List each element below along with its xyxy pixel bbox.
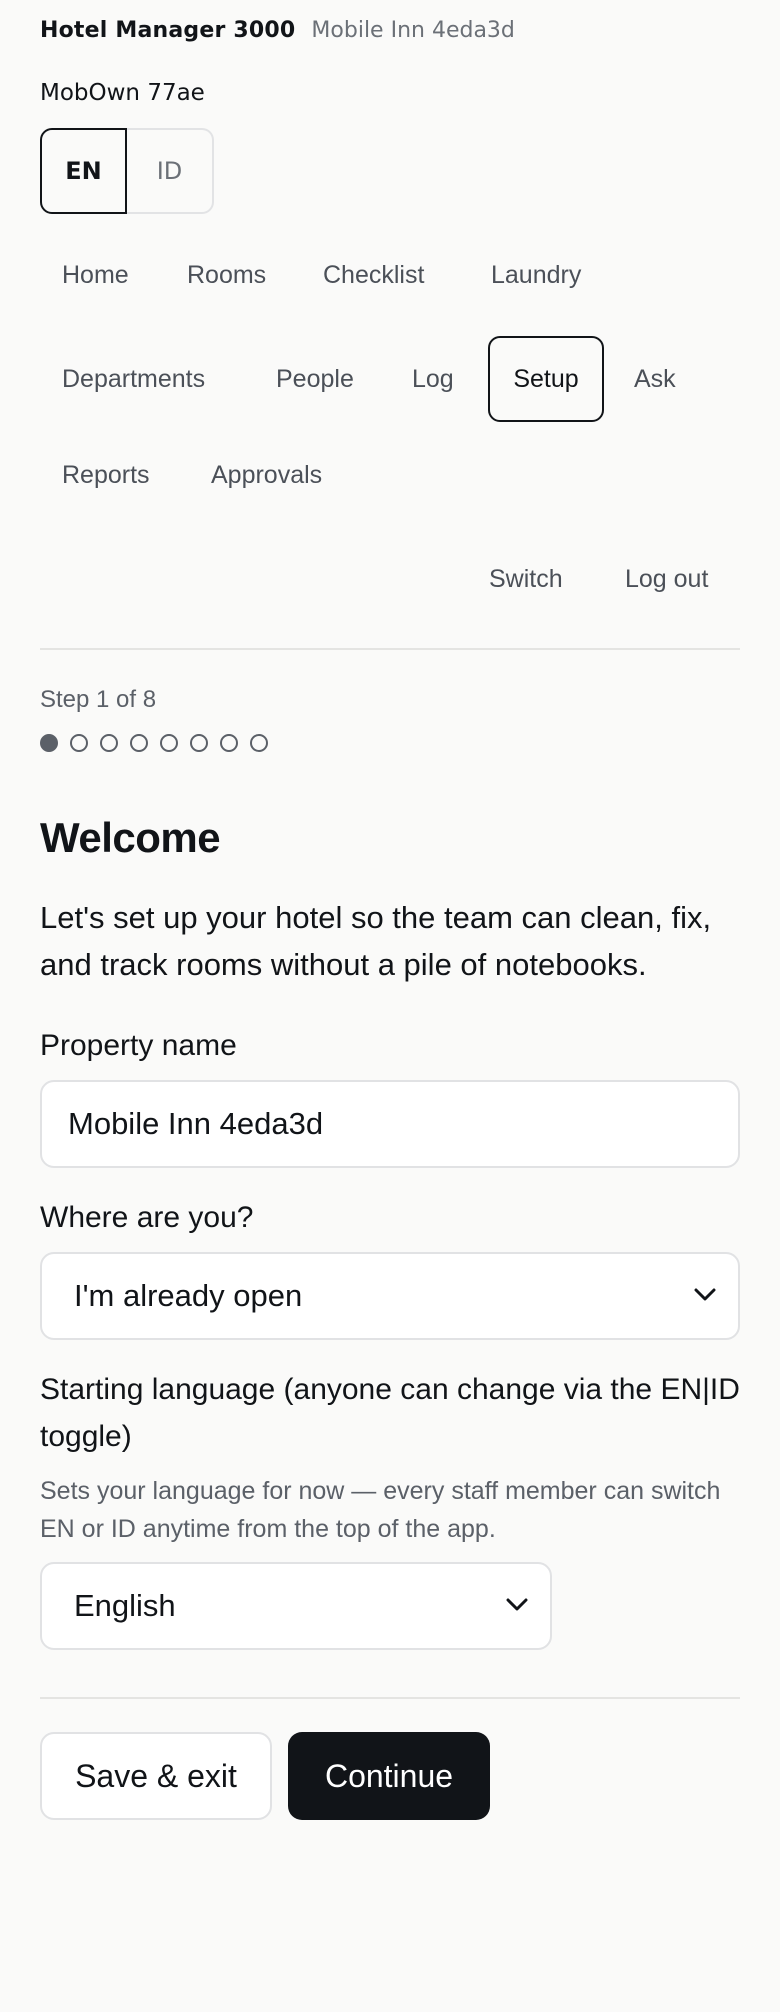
step-dot-7	[220, 734, 238, 752]
header: Hotel Manager 3000 Mobile Inn 4eda3d	[40, 18, 515, 43]
step-dot-4	[130, 734, 148, 752]
lang-en-button[interactable]: EN	[40, 128, 127, 214]
step-intro: Let's set up your hotel so the team can …	[40, 900, 712, 982]
language-select[interactable]: English	[40, 1562, 552, 1650]
step-dot-3	[100, 734, 118, 752]
switch-button[interactable]: Switch	[489, 536, 563, 622]
logout-button[interactable]: Log out	[625, 536, 708, 622]
step-dot-6	[190, 734, 208, 752]
nav-rooms[interactable]: Rooms	[187, 232, 266, 318]
step-dot-2	[70, 734, 88, 752]
current-property: Mobile Inn 4eda3d	[311, 18, 515, 43]
chevron-down-icon	[694, 1288, 716, 1301]
footer-divider	[40, 1697, 740, 1699]
status-selected-value: I'm already open	[74, 1278, 303, 1313]
property-name-value: Mobile Inn 4eda3d	[68, 1106, 324, 1141]
step-progress-dots	[40, 734, 268, 752]
language-help-text: Sets your language for now — every staff…	[40, 1477, 721, 1543]
app-title: Hotel Manager 3000	[40, 18, 296, 43]
property-name-input[interactable]: Mobile Inn 4eda3d	[40, 1080, 740, 1168]
nav-setup[interactable]: Setup	[488, 336, 604, 422]
lang-id-button[interactable]: ID	[127, 128, 214, 214]
nav-checklist[interactable]: Checklist	[323, 232, 424, 318]
step-title: Welcome	[40, 814, 221, 861]
header-divider	[40, 648, 740, 650]
nav-ask[interactable]: Ask	[634, 336, 676, 422]
continue-button[interactable]: Continue	[288, 1732, 490, 1820]
language-label: Starting language (anyone can change via…	[40, 1373, 740, 1453]
nav-laundry[interactable]: Laundry	[491, 232, 581, 318]
nav-departments[interactable]: Departments	[62, 336, 205, 422]
owner-name: MobOwn 77ae	[40, 80, 205, 106]
status-select[interactable]: I'm already open	[40, 1252, 740, 1340]
language-toggle: EN ID	[40, 128, 214, 214]
nav-log[interactable]: Log	[412, 336, 454, 422]
step-dot-8	[250, 734, 268, 752]
status-label: Where are you?	[40, 1201, 254, 1234]
property-name-label: Property name	[40, 1029, 237, 1062]
language-selected-value: English	[74, 1588, 176, 1623]
save-exit-button[interactable]: Save & exit	[40, 1732, 272, 1820]
step-dot-1	[40, 734, 58, 752]
nav-reports[interactable]: Reports	[62, 432, 150, 518]
step-dot-5	[160, 734, 178, 752]
nav-approvals[interactable]: Approvals	[211, 432, 322, 518]
nav-home[interactable]: Home	[62, 232, 129, 318]
step-indicator: Step 1 of 8	[40, 686, 157, 713]
chevron-down-icon	[506, 1598, 528, 1611]
nav-people[interactable]: People	[276, 336, 354, 422]
